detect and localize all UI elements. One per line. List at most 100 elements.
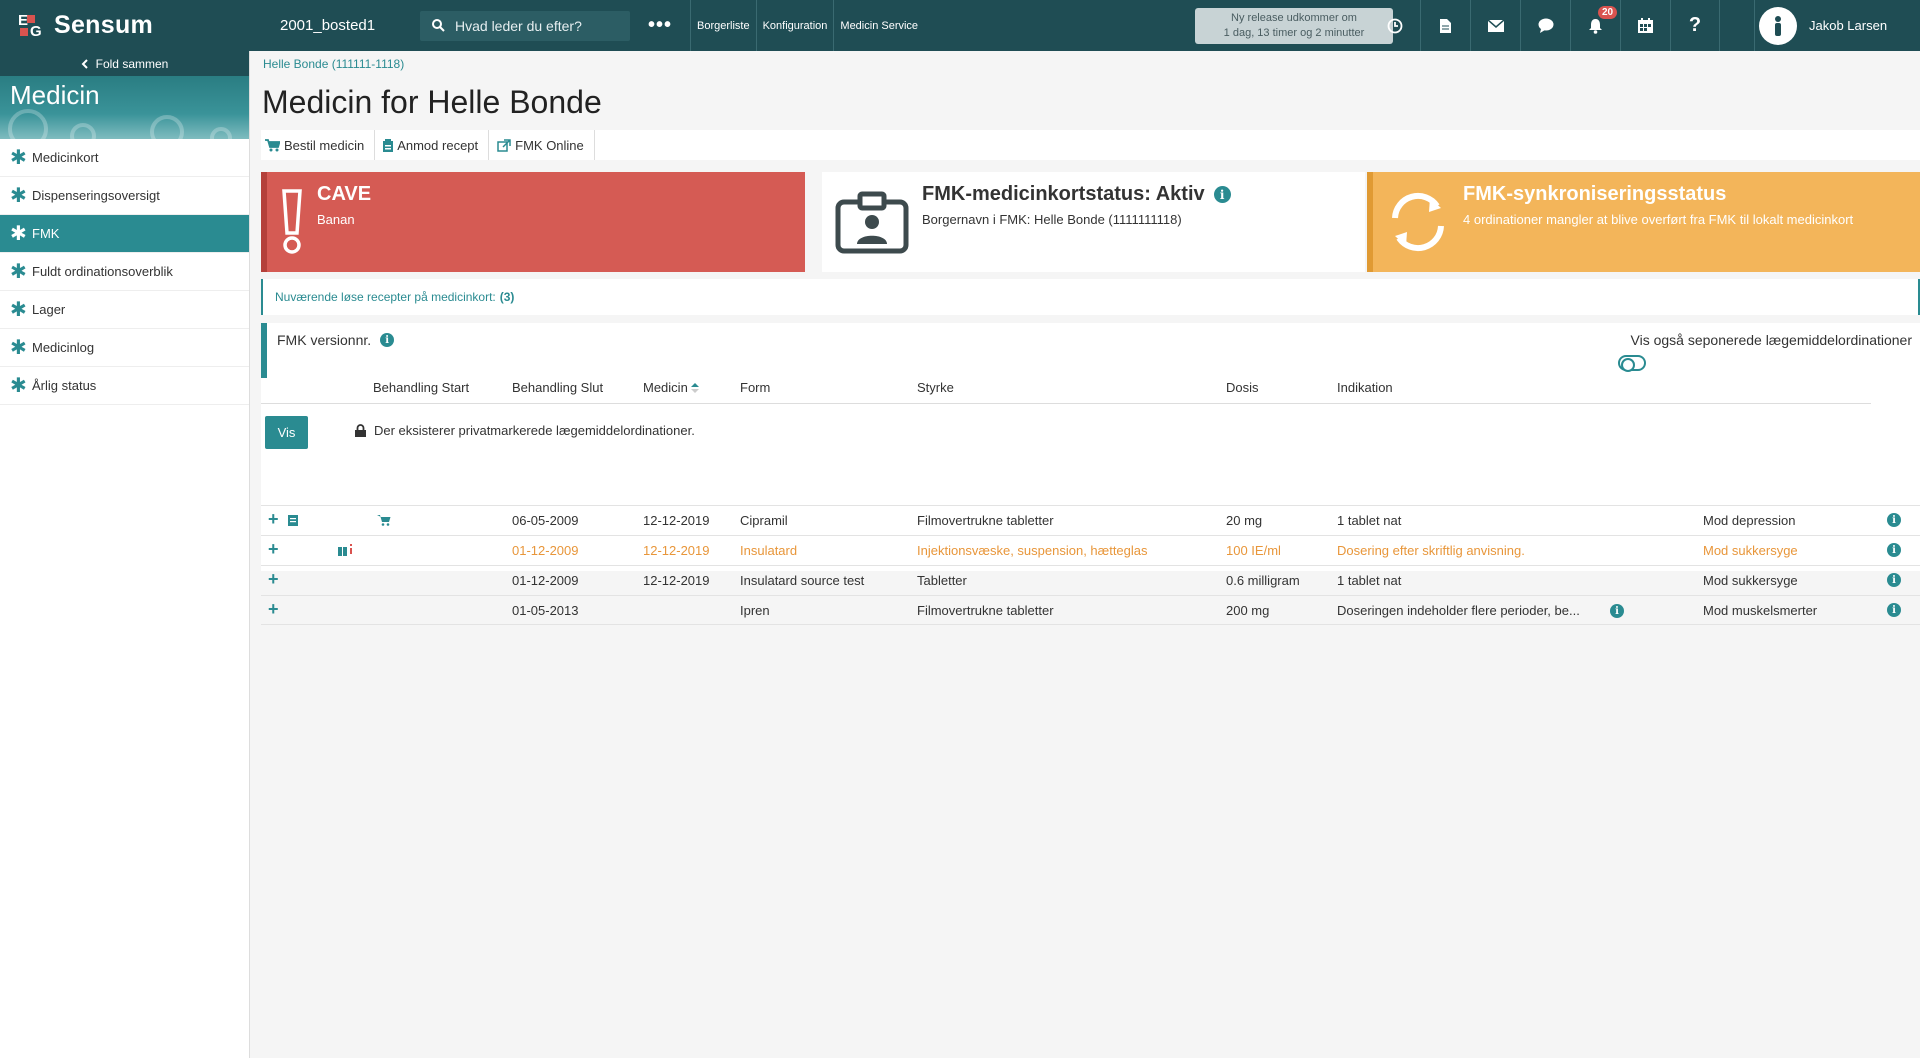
asterisk-icon: ✱ bbox=[10, 261, 27, 283]
exclamation-icon bbox=[267, 172, 317, 272]
fold-button[interactable]: Fold sammen bbox=[0, 51, 249, 76]
sidebar-item-medicinlog[interactable]: ✱ Medicinlog bbox=[0, 329, 249, 367]
asterisk-icon: ✱ bbox=[10, 185, 27, 207]
sync-status-message: 4 ordinationer mangler at blive overført… bbox=[1463, 212, 1854, 227]
main-content: Helle Bonde (111111-1118) Medicin for He… bbox=[251, 51, 1920, 1058]
info-icon[interactable]: i bbox=[380, 333, 395, 347]
module-header: Medicin bbox=[0, 76, 249, 139]
sidebar-item-aarlig-status[interactable]: ✱ Årlig status bbox=[0, 367, 249, 405]
module-title: Medicin bbox=[10, 80, 100, 110]
external-link-icon bbox=[497, 138, 511, 152]
col-dosis[interactable]: Dosis bbox=[1226, 380, 1259, 395]
logo[interactable]: EG Sensum bbox=[0, 0, 250, 51]
user-icon bbox=[1775, 15, 1781, 36]
decoration-icon bbox=[8, 109, 48, 139]
asterisk-icon: ✱ bbox=[10, 375, 27, 397]
avatar bbox=[1759, 6, 1797, 45]
info-icon[interactable]: i bbox=[1610, 604, 1624, 618]
cart-icon bbox=[265, 138, 280, 151]
cart-icon[interactable] bbox=[377, 514, 391, 526]
chat-icon[interactable] bbox=[1520, 0, 1570, 51]
breadcrumb[interactable]: Helle Bonde (111111-1118) bbox=[263, 57, 404, 71]
show-private-button[interactable]: Vis bbox=[265, 416, 308, 449]
toolbar: Bestil medicin Anmod recept FMK Online bbox=[261, 130, 1920, 160]
info-icon[interactable]: i bbox=[1887, 573, 1901, 587]
col-form[interactable]: Form bbox=[740, 380, 770, 395]
table-row[interactable]: + 01-12-2009 12-12-2019 Insulatard sourc… bbox=[261, 565, 1920, 595]
lock-icon bbox=[355, 424, 366, 437]
release-notice: Ny release udkommer om 1 dag, 13 timer o… bbox=[1195, 8, 1393, 44]
show-discontinued-label: Vis også seponerede lægemiddelordination… bbox=[1630, 332, 1912, 348]
loose-prescriptions-bar[interactable]: Nuværende løse recepter på medicinkort: … bbox=[261, 279, 1920, 315]
asterisk-icon: ✱ bbox=[10, 299, 27, 321]
sidebar-item-medicinkort[interactable]: ✱ Medicinkort bbox=[0, 139, 249, 177]
expand-icon[interactable]: + bbox=[268, 599, 279, 620]
prescription-icon bbox=[383, 138, 394, 152]
bell-icon[interactable]: 20 bbox=[1570, 0, 1620, 51]
info-icon[interactable]: i bbox=[1213, 186, 1231, 203]
info-icon[interactable]: i bbox=[1887, 513, 1901, 527]
table-row[interactable]: + 06-05-2009 12-12-2019 Cipramil Filmove… bbox=[261, 505, 1920, 535]
fmk-status-title: FMK-medicinkortstatus: Aktiv bbox=[922, 183, 1205, 205]
user-menu[interactable]: Jakob Larsen bbox=[1754, 0, 1920, 51]
site-selector[interactable]: 2001_bosted1 bbox=[250, 17, 420, 34]
decoration-icon bbox=[150, 115, 184, 139]
request-prescription-button[interactable]: Anmod recept bbox=[375, 130, 490, 160]
col-medicin[interactable]: Medicin bbox=[643, 380, 699, 395]
decoration-icon bbox=[210, 127, 232, 139]
document-icon[interactable] bbox=[1420, 0, 1470, 51]
fmk-citizen-name: Borgernavn i FMK: Helle Bonde (111111111… bbox=[922, 212, 1182, 227]
private-note: Der eksisterer privatmarkerede lægemidde… bbox=[355, 423, 695, 438]
sidebar-item-dispenseringsoversigt[interactable]: ✱ Dispenseringsoversigt bbox=[0, 177, 249, 215]
help-icon[interactable]: ? bbox=[1670, 0, 1720, 51]
sync-status-title: FMK-synkroniseringsstatus bbox=[1463, 183, 1727, 205]
nav-borgerliste[interactable]: Borgerliste bbox=[690, 0, 756, 51]
sidebar-item-fuldt-ordinationsoverblik[interactable]: ✱ Fuldt ordinationsoverblik bbox=[0, 253, 249, 291]
prescriptions-count: (3) bbox=[499, 290, 515, 304]
fmk-version-label: FMK versionnr. bbox=[277, 332, 372, 348]
fmk-online-button[interactable]: FMK Online bbox=[489, 130, 595, 160]
more-menu-button[interactable]: ••• bbox=[630, 14, 690, 37]
eg-logo-icon: EG bbox=[18, 11, 42, 40]
order-medicine-button[interactable]: Bestil medicin bbox=[261, 130, 376, 160]
dispensing-icon bbox=[338, 544, 352, 556]
expand-icon[interactable]: + bbox=[268, 569, 279, 590]
user-name: Jakob Larsen bbox=[1809, 18, 1888, 33]
expand-icon[interactable]: + bbox=[268, 539, 279, 560]
decoration-icon bbox=[70, 123, 96, 139]
notification-badge: 20 bbox=[1598, 6, 1618, 19]
table-row[interactable]: + 01-12-2009 12-12-2019 Insulatard Injek… bbox=[261, 535, 1920, 565]
nav-medicin-service[interactable]: Medicin Service bbox=[833, 0, 924, 51]
col-indikation[interactable]: Indikation bbox=[1337, 380, 1393, 395]
page-title: Medicin for Helle Bonde bbox=[262, 84, 602, 120]
col-styrke[interactable]: Styrke bbox=[917, 380, 954, 395]
calendar-icon[interactable] bbox=[1620, 0, 1670, 51]
logo-text: Sensum bbox=[54, 11, 154, 39]
sync-status-card: FMK-synkroniseringsstatus 4 ordinationer… bbox=[1367, 172, 1920, 272]
col-behandling-slut[interactable]: Behandling Slut bbox=[512, 380, 603, 395]
sidebar-item-fmk[interactable]: ✱ FMK bbox=[0, 215, 249, 253]
top-bar: EG Sensum 2001_bosted1 Hvad leder du eft… bbox=[0, 0, 1920, 51]
sync-icon bbox=[1373, 172, 1463, 272]
search-placeholder: Hvad leder du efter? bbox=[455, 17, 582, 34]
clock-icon[interactable] bbox=[1370, 0, 1420, 51]
info-icon[interactable]: i bbox=[1887, 543, 1901, 557]
sidebar-item-lager[interactable]: ✱ Lager bbox=[0, 291, 249, 329]
col-behandling-start[interactable]: Behandling Start bbox=[373, 380, 469, 395]
cave-title: CAVE bbox=[317, 183, 372, 205]
asterisk-icon: ✱ bbox=[10, 223, 27, 245]
id-card-icon bbox=[822, 172, 922, 272]
search-input[interactable]: Hvad leder du efter? bbox=[420, 10, 630, 41]
table-row[interactable]: + 01-05-2013 Ipren Filmovertrukne tablet… bbox=[261, 595, 1920, 625]
chevron-left-icon bbox=[81, 58, 88, 69]
nav-konfiguration[interactable]: Konfiguration bbox=[755, 0, 834, 51]
expand-icon[interactable]: + bbox=[268, 509, 279, 530]
fmk-status-card: FMK-medicinkortstatus: Aktiv i Borgernav… bbox=[822, 172, 1365, 272]
show-discontinued-toggle[interactable] bbox=[1618, 355, 1646, 372]
sort-asc-icon bbox=[690, 382, 699, 393]
info-icon[interactable]: i bbox=[1887, 603, 1901, 617]
medication-table: FMK versionnr. i Vis også seponerede læg… bbox=[261, 323, 1920, 625]
mail-icon[interactable] bbox=[1470, 0, 1520, 51]
search-icon bbox=[432, 19, 445, 32]
asterisk-icon: ✱ bbox=[10, 337, 27, 359]
